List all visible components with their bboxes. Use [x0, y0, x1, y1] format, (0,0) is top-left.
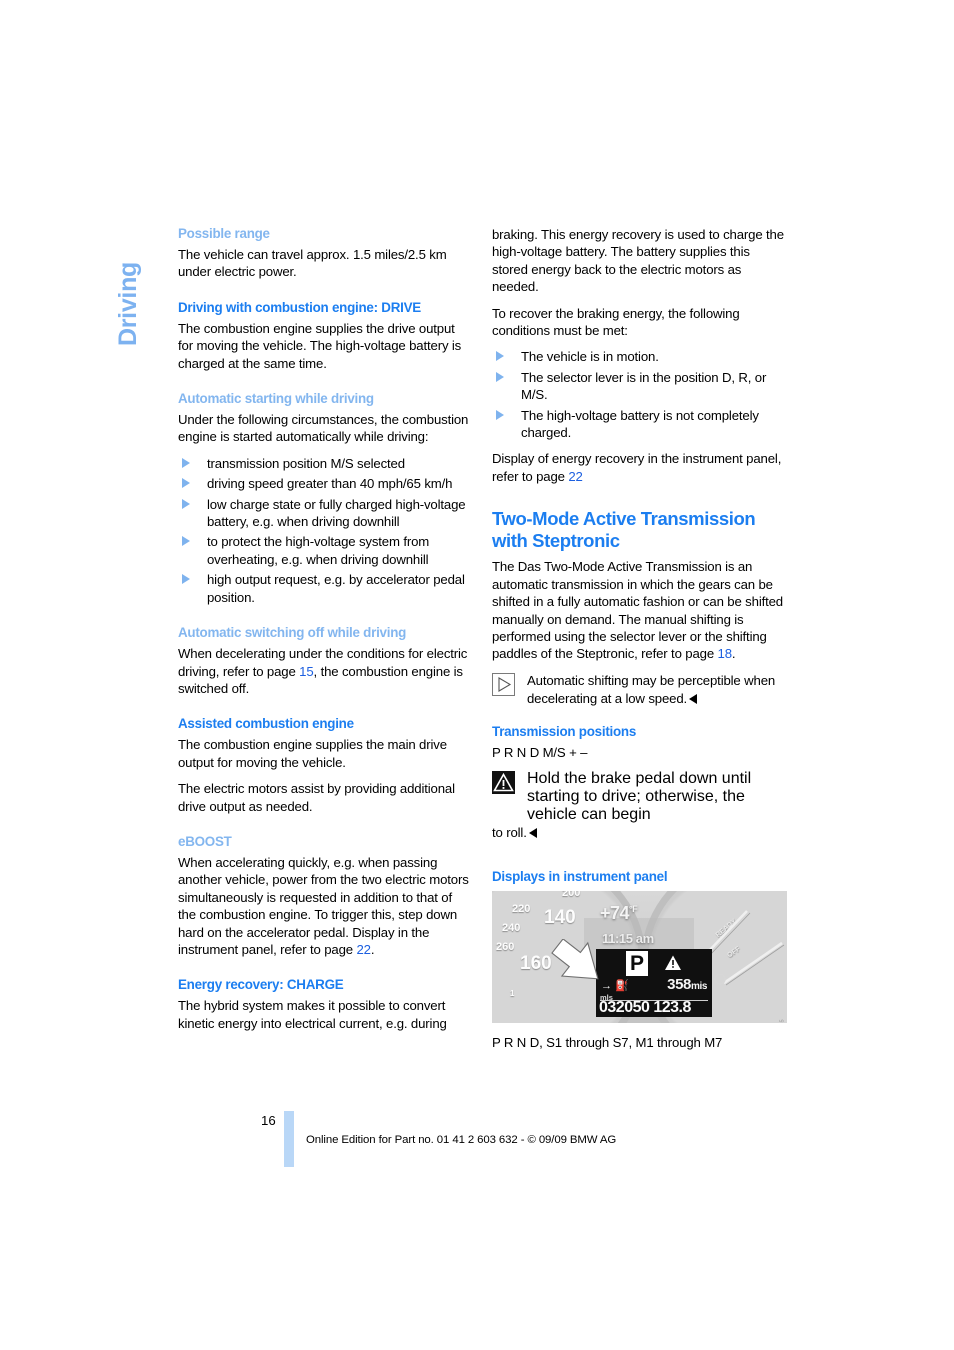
list-item-text: high output request, e.g. by accelerator… — [207, 572, 465, 605]
page-reference-18[interactable]: 18 — [718, 646, 733, 661]
heading-energy-recovery-charge: Energy recovery: CHARGE — [178, 977, 344, 993]
figure-code-watermark: WSE-20161905 — [779, 1019, 785, 1023]
paragraph-display-note: Display of energy recovery in the instru… — [492, 450, 787, 485]
footer-text: Online Edition for Part no. 01 41 2 603 … — [306, 1134, 617, 1146]
instrument-panel-figure: 200 220 240 260 140 160 1 READY OFF +74°… — [492, 890, 787, 1023]
list-item: The selector lever is in the position D,… — [492, 369, 787, 404]
paragraph-assisted-1: The combustion engine supplies the main … — [178, 737, 447, 770]
list-item-text: transmission position M/S selected — [207, 455, 405, 471]
warning-tail-text: to roll. — [492, 825, 527, 841]
paragraph-conditions-intro: To recover the braking energy, the follo… — [492, 305, 740, 339]
paragraph-energy-recovery-continued: braking. This energy recovery is used to… — [492, 227, 784, 295]
outside-temperature-display: +74°F — [600, 902, 638, 924]
bullet-triangle-icon — [182, 478, 190, 489]
heading-eboost: eBOOST — [178, 833, 232, 849]
bullet-triangle-icon — [496, 371, 504, 382]
bullet-triangle-icon — [496, 351, 504, 362]
info-triangle-icon — [492, 672, 515, 696]
callout-arrow-icon — [550, 937, 606, 985]
range-value: 358 — [667, 975, 691, 993]
bullet-triangle-icon — [182, 498, 190, 509]
paragraph-automatic-switching-off: When decelerating under the conditions f… — [178, 645, 473, 697]
paragraph-automatic-starting: Under the following circumstances, the c… — [178, 412, 469, 445]
list-item-text: driving speed greater than 40 mph/65 km/… — [207, 476, 453, 492]
page-footer: 16 Online Edition for Part no. 01 41 2 6… — [178, 1108, 798, 1168]
heading-assisted-combustion-engine: Assisted combustion engine — [178, 716, 354, 732]
bullet-triangle-icon — [182, 574, 190, 585]
paragraph-possible-range: The vehicle can travel approx. 1.5 miles… — [178, 247, 447, 280]
list-item-text: to protect the high-voltage system from … — [207, 534, 430, 567]
info-note-text: Automatic shifting may be perceptible wh… — [527, 672, 776, 706]
list-item-text: The selector lever is in the position D,… — [521, 369, 767, 403]
text-pre: When accelerating quickly, e.g. when pas… — [178, 854, 469, 957]
right-column: braking. This energy recovery is used to… — [492, 226, 787, 1051]
page-reference-22[interactable]: 22 — [356, 942, 371, 957]
warning-triangle-icon — [492, 771, 515, 795]
temperature-value: +74 — [600, 902, 630, 923]
heading-automatic-switching-off: Automatic switching off while driving — [178, 625, 407, 641]
figure-caption: P R N D, S1 through S7, M1 through M7 — [492, 1034, 723, 1050]
paragraph-energy-recovery: The hybrid system makes it possible to c… — [178, 998, 447, 1031]
lcd-warning-triangle-icon — [664, 954, 682, 972]
fuel-pump-icon: ⛽ — [615, 979, 629, 992]
chapter-tab-label: Driving — [114, 261, 142, 346]
paragraph-driving-with-combustion-engine: The combustion engine supplies the drive… — [178, 320, 462, 371]
list-item: driving speed greater than 40 mph/65 km/… — [178, 475, 473, 492]
list-item-text: The high-voltage battery is not complete… — [521, 407, 759, 441]
temperature-unit: °F — [629, 903, 638, 914]
bullet-triangle-icon — [182, 457, 190, 468]
gear-position-indicator: P — [626, 950, 648, 976]
bullet-triangle-icon — [496, 409, 504, 420]
list-item-text: low charge state or fully charged high-v… — [207, 496, 466, 530]
chapter-tab: Driving — [108, 218, 148, 348]
footer-accent-bar — [284, 1111, 294, 1167]
info-note: Automatic shifting may be perceptible wh… — [492, 672, 787, 708]
list-automatic-starting-conditions: transmission position M/S selected drivi… — [178, 455, 473, 606]
heading-automatic-starting: Automatic starting while driving — [178, 391, 374, 407]
list-item: to protect the high-voltage system from … — [178, 533, 473, 568]
note-end-marker-icon — [689, 693, 698, 704]
trip-value: 123.8 — [653, 998, 691, 1016]
text-pre: The Das Two-Mode Active Transmission is … — [492, 559, 783, 662]
page-reference-22[interactable]: 22 — [568, 469, 583, 484]
heading-transmission-positions: Transmission positions — [492, 723, 637, 739]
text-pre: Display of energy recovery in the instru… — [492, 451, 782, 484]
page-reference-15[interactable]: 15 — [299, 664, 314, 679]
page-number: 16 — [261, 1113, 276, 1128]
paragraph-two-mode-intro: The Das Two-Mode Active Transmission is … — [492, 558, 787, 662]
list-item: The high-voltage battery is not complete… — [492, 407, 787, 442]
text-post: . — [370, 941, 375, 957]
manual-page: Driving Possible range The vehicle can t… — [0, 0, 954, 1350]
odometer-value: 032050 — [599, 998, 650, 1016]
heading-driving-with-combustion-engine: Driving with combustion engine: DRIVE — [178, 299, 421, 315]
warning-note-tail: to roll. — [492, 824, 787, 841]
list-item: The vehicle is in motion. — [492, 348, 787, 365]
list-recovery-conditions: The vehicle is in motion. The selector l… — [492, 348, 787, 441]
bullet-triangle-icon — [182, 536, 190, 547]
left-column: Possible range The vehicle can travel ap… — [178, 226, 473, 1041]
warning-note-text: Hold the brake pedal down until starting… — [527, 770, 752, 824]
paragraph-assisted-2: The electric motors assist by providing … — [178, 781, 455, 814]
list-item: low charge state or fully charged high-v… — [178, 496, 473, 531]
paragraph-eboost: When accelerating quickly, e.g. when pas… — [178, 854, 473, 958]
clock-display: 11:15 am — [602, 930, 654, 946]
list-item-text: The vehicle is in motion. — [521, 349, 659, 365]
heading-possible-range: Possible range — [178, 226, 270, 241]
heading-displays-in-instrument-panel: Displays in instrument panel — [492, 868, 668, 884]
range-unit: mis — [690, 980, 707, 992]
list-item: high output request, e.g. by accelerator… — [178, 571, 473, 606]
note-end-marker-icon — [528, 828, 537, 839]
list-item: transmission position M/S selected — [178, 455, 473, 472]
lcd-info-display: P → ⛽ 358mis mls 032050 123.8 — [596, 948, 712, 1017]
odometer-display: 032050 123.8 — [599, 999, 691, 1017]
remaining-range-display: 358mis — [667, 976, 707, 993]
warning-note: Hold the brake pedal down until starting… — [492, 770, 787, 824]
text-transmission-positions: P R N D M/S + – — [492, 744, 588, 760]
text-post: . — [731, 646, 736, 662]
page-title-two-mode-transmission: Two-Mode Active Transmission with Steptr… — [492, 508, 756, 551]
